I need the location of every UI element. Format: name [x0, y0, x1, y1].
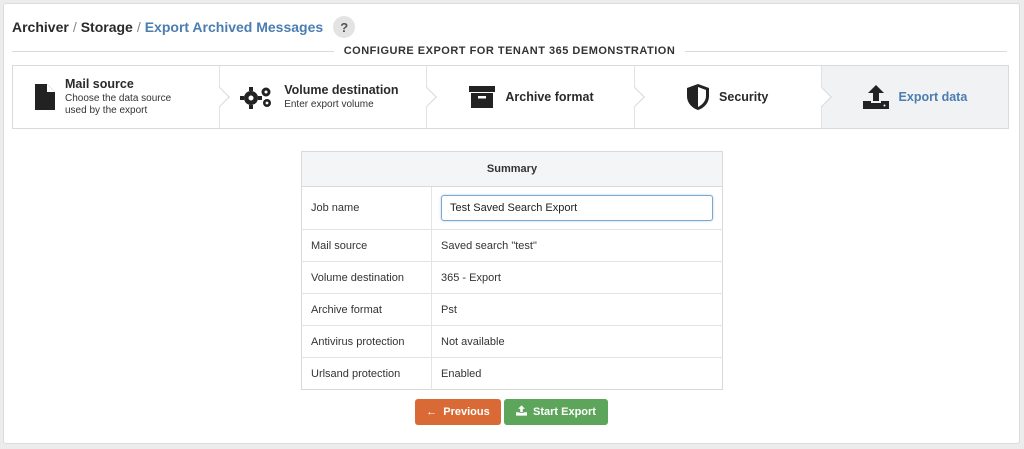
table-row: Urlsand protection Enabled — [301, 357, 723, 390]
breadcrumb-separator: / — [72, 19, 77, 35]
section-title-text: CONFIGURE EXPORT FOR TENANT 365 DEMONSTR… — [343, 45, 676, 57]
table-row: Volume destination 365 - Export — [301, 261, 723, 294]
arrow-left-icon: ← — [426, 406, 438, 418]
step-security[interactable]: Security — [635, 66, 832, 128]
table-row: Archive format Pst — [301, 293, 723, 326]
table-row: Antivirus protection Not available — [301, 325, 723, 358]
row-value: Enabled — [441, 367, 482, 380]
step-label: Export data — [898, 90, 968, 104]
breadcrumb-separator: / — [136, 19, 141, 35]
job-name-input[interactable] — [441, 195, 713, 221]
help-button[interactable]: ? — [333, 16, 356, 38]
shield-icon — [687, 84, 710, 110]
upload-icon — [862, 85, 889, 109]
table-row: Job name — [301, 186, 723, 230]
step-archive-format[interactable]: Archive format — [427, 66, 645, 128]
step-label: Mail source — [65, 77, 134, 91]
breadcrumb-archiver[interactable]: Archiver — [12, 19, 69, 35]
step-description: Enter export volume — [284, 99, 374, 110]
row-value: Saved search "test" — [431, 229, 723, 262]
previous-button[interactable]: ← Previous — [415, 399, 501, 425]
wizard-steps: Mail source Choose the data source used … — [12, 65, 1009, 129]
upload-icon — [516, 405, 528, 419]
section-title: CONFIGURE EXPORT FOR TENANT 365 DEMONSTR… — [12, 40, 1008, 62]
step-label: Archive format — [505, 90, 594, 104]
divider — [685, 50, 1008, 52]
step-description: Choose the data source used by the expor… — [65, 93, 172, 116]
row-value: 365 - Export — [431, 261, 723, 294]
gears-icon — [240, 85, 274, 109]
start-export-button-label: Start Export — [533, 406, 596, 418]
breadcrumb: Archiver / Storage / Export Archived Mes… — [12, 16, 356, 38]
row-key: Archive format — [301, 293, 432, 326]
file-icon — [33, 84, 55, 110]
row-value: Pst — [431, 293, 723, 326]
table-row: Mail source Saved search "test" — [301, 229, 723, 262]
action-buttons: ← Previous Start Export — [415, 399, 608, 425]
start-export-button[interactable]: Start Export — [504, 399, 608, 425]
row-key: Volume destination — [301, 261, 432, 294]
step-mail-source[interactable]: Mail source Choose the data source used … — [13, 66, 231, 128]
row-key: Job name — [301, 186, 432, 230]
divider — [12, 50, 334, 52]
archive-box-icon — [469, 86, 496, 108]
summary-table: Summary Job name Mail source Saved searc… — [301, 151, 723, 390]
step-volume-destination[interactable]: Volume destination Enter export volume — [220, 66, 438, 128]
step-label: Security — [719, 90, 769, 104]
row-key: Urlsand protection — [301, 357, 432, 390]
summary-title: Summary — [301, 151, 723, 187]
row-value — [431, 186, 723, 230]
breadcrumb-storage[interactable]: Storage — [81, 19, 133, 35]
step-label: Volume destination — [284, 83, 399, 97]
previous-button-label: Previous — [443, 406, 490, 418]
step-export-data[interactable]: Export data — [821, 66, 1009, 128]
row-key: Mail source — [301, 229, 432, 262]
breadcrumb-current: Export Archived Messages — [144, 19, 324, 35]
row-key: Antivirus protection — [301, 325, 432, 358]
row-value: Not available — [431, 325, 723, 358]
